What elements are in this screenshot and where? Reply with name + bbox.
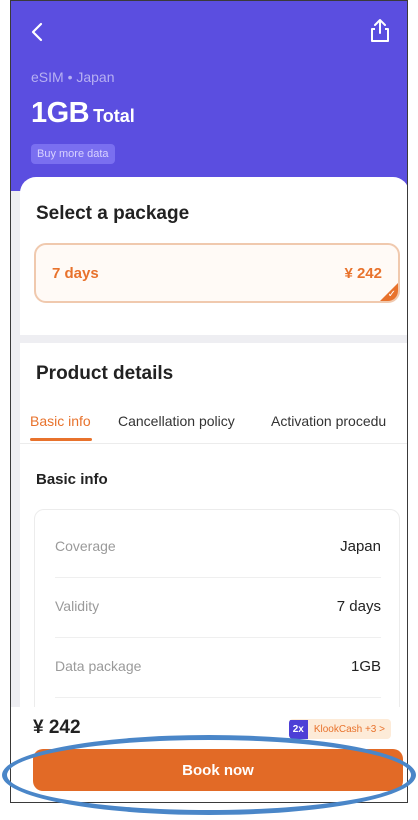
share-icon[interactable] (367, 17, 393, 45)
info-row-data-package: Data package 1GB (55, 638, 381, 698)
breadcrumb: eSIM • Japan (31, 69, 115, 85)
footer-price: ¥ 242 (33, 717, 81, 738)
klook-cash-label: KlookCash +3 > (313, 723, 385, 735)
info-row-validity: Validity 7 days (55, 578, 381, 638)
header: eSIM • Japan 1GB Total Buy more data (11, 1, 407, 191)
tab-basic-info[interactable]: Basic info (30, 413, 91, 429)
info-value: 7 days (336, 598, 381, 615)
divider (20, 443, 407, 444)
package-days: 7 days (52, 265, 99, 282)
data-amount: 1GB (31, 97, 90, 129)
book-now-button[interactable]: Book now (33, 749, 403, 791)
package-section: Select a package 7 days ¥ 242 ✓ (20, 177, 407, 335)
details-title: Product details (36, 363, 174, 384)
info-key: Coverage (55, 538, 116, 554)
buy-more-data-button[interactable]: Buy more data (31, 144, 115, 164)
basic-info-heading: Basic info (36, 471, 108, 488)
info-key: Data package (55, 658, 142, 674)
details-tabs: Basic info Cancellation policy Activatio… (20, 409, 407, 443)
package-price: ¥ 242 (344, 265, 382, 282)
check-icon: ✓ (387, 289, 396, 300)
bottom-bar: ¥ 242 2x KlookCash +3 > Book now (11, 707, 407, 802)
package-title: Select a package (36, 203, 190, 224)
data-suffix: Total (93, 106, 135, 126)
phone-screen: eSIM • Japan 1GB Total Buy more data Sele… (10, 0, 408, 803)
tab-cancellation-policy[interactable]: Cancellation policy (118, 413, 235, 429)
chevron-left-icon[interactable] (25, 19, 51, 45)
active-tab-indicator (30, 438, 92, 441)
info-row-coverage: Coverage Japan (55, 518, 381, 578)
klook-cash-badge[interactable]: 2x KlookCash +3 > (288, 719, 391, 739)
data-total: 1GB Total (31, 97, 135, 130)
info-value: 1GB (350, 658, 381, 675)
tab-activation-procedure[interactable]: Activation procedu (271, 413, 386, 429)
klook-multiplier: 2x (288, 719, 308, 739)
package-option-selected[interactable]: 7 days ¥ 242 ✓ (34, 243, 400, 303)
info-value: Japan (340, 538, 381, 555)
info-key: Validity (55, 598, 100, 614)
